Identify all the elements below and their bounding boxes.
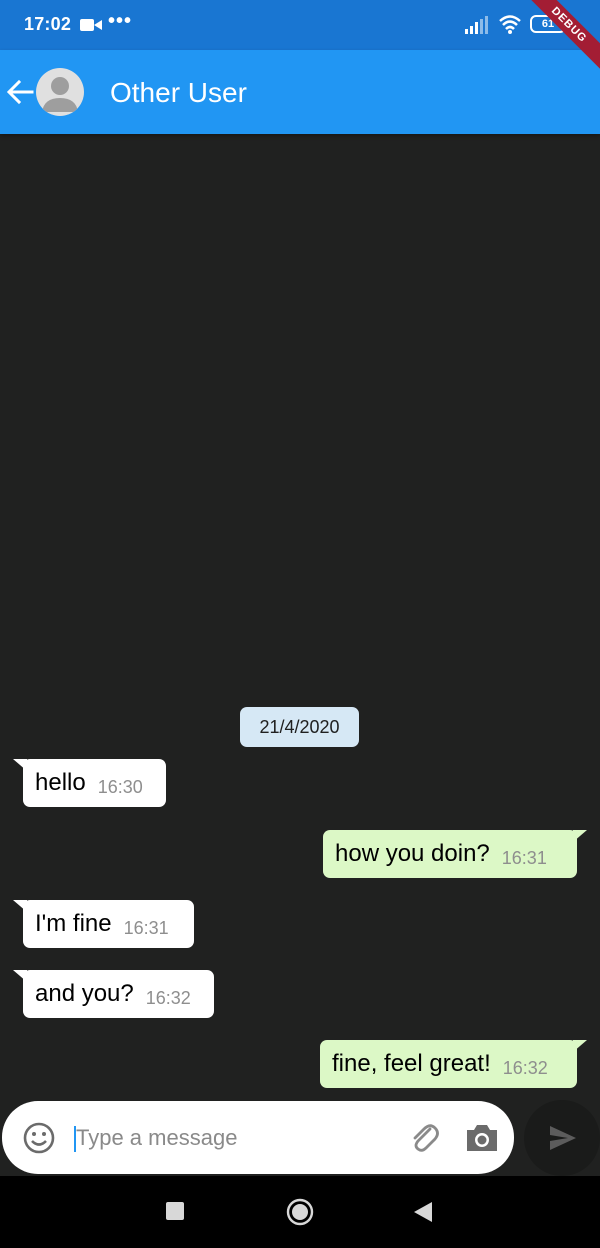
status-bar: 17:02 ••• 61: [0, 0, 600, 50]
avatar[interactable]: [36, 68, 84, 116]
back-arrow-icon[interactable]: [4, 76, 36, 108]
message-time: 16:32: [502, 1058, 548, 1078]
wifi-icon: [499, 15, 521, 34]
message-composer: [2, 1101, 514, 1174]
emoji-icon[interactable]: [22, 1121, 56, 1155]
message-text: fine, feel great!: [332, 1050, 491, 1077]
message-text: I'm fine: [35, 910, 112, 937]
message-text: how you doin?: [335, 840, 490, 867]
home-icon[interactable]: [286, 1198, 314, 1226]
message-time: 16:31: [501, 848, 547, 868]
system-nav-bar: [0, 1176, 600, 1248]
status-time: 17:02: [24, 14, 72, 34]
message-bubble-incoming[interactable]: and you? 16:32: [13, 970, 214, 1018]
camera-icon[interactable]: [464, 1121, 500, 1155]
message-bubble-outgoing[interactable]: fine, feel great! 16:32: [320, 1040, 587, 1088]
recents-icon[interactable]: [166, 1202, 184, 1220]
bubble-tail: [13, 970, 27, 982]
date-chip: 21/4/2020: [240, 707, 359, 747]
chat-screen: 17:02 ••• 61 DEBUG Other User 21/4/2020 …: [0, 0, 600, 1248]
message-time: 16:32: [145, 988, 191, 1008]
message-bubble-incoming[interactable]: I'm fine 16:31: [13, 900, 194, 948]
bubble-tail: [573, 1040, 587, 1052]
message-input[interactable]: [76, 1119, 396, 1157]
notification-dots: •••: [108, 10, 133, 32]
message-text: hello: [35, 769, 86, 796]
bubble-tail: [13, 759, 27, 771]
message-bubble-outgoing[interactable]: how you doin? 16:31: [323, 830, 587, 878]
bubble-tail: [573, 830, 587, 842]
message-time: 16:31: [123, 918, 169, 938]
signal-icon: [465, 16, 488, 34]
message-time: 16:30: [97, 777, 143, 797]
message-bubble-incoming[interactable]: hello 16:30: [13, 759, 166, 807]
app-bar: Other User: [0, 50, 600, 134]
video-camera-icon: [80, 19, 102, 31]
send-icon: [550, 1126, 576, 1150]
send-button[interactable]: [524, 1100, 600, 1176]
attach-icon[interactable]: [406, 1120, 442, 1156]
message-text: and you?: [35, 980, 134, 1007]
back-triangle-icon[interactable]: [412, 1201, 434, 1223]
bubble-tail: [13, 900, 27, 912]
avatar-person-icon: [42, 77, 78, 112]
contact-name[interactable]: Other User: [110, 77, 247, 109]
